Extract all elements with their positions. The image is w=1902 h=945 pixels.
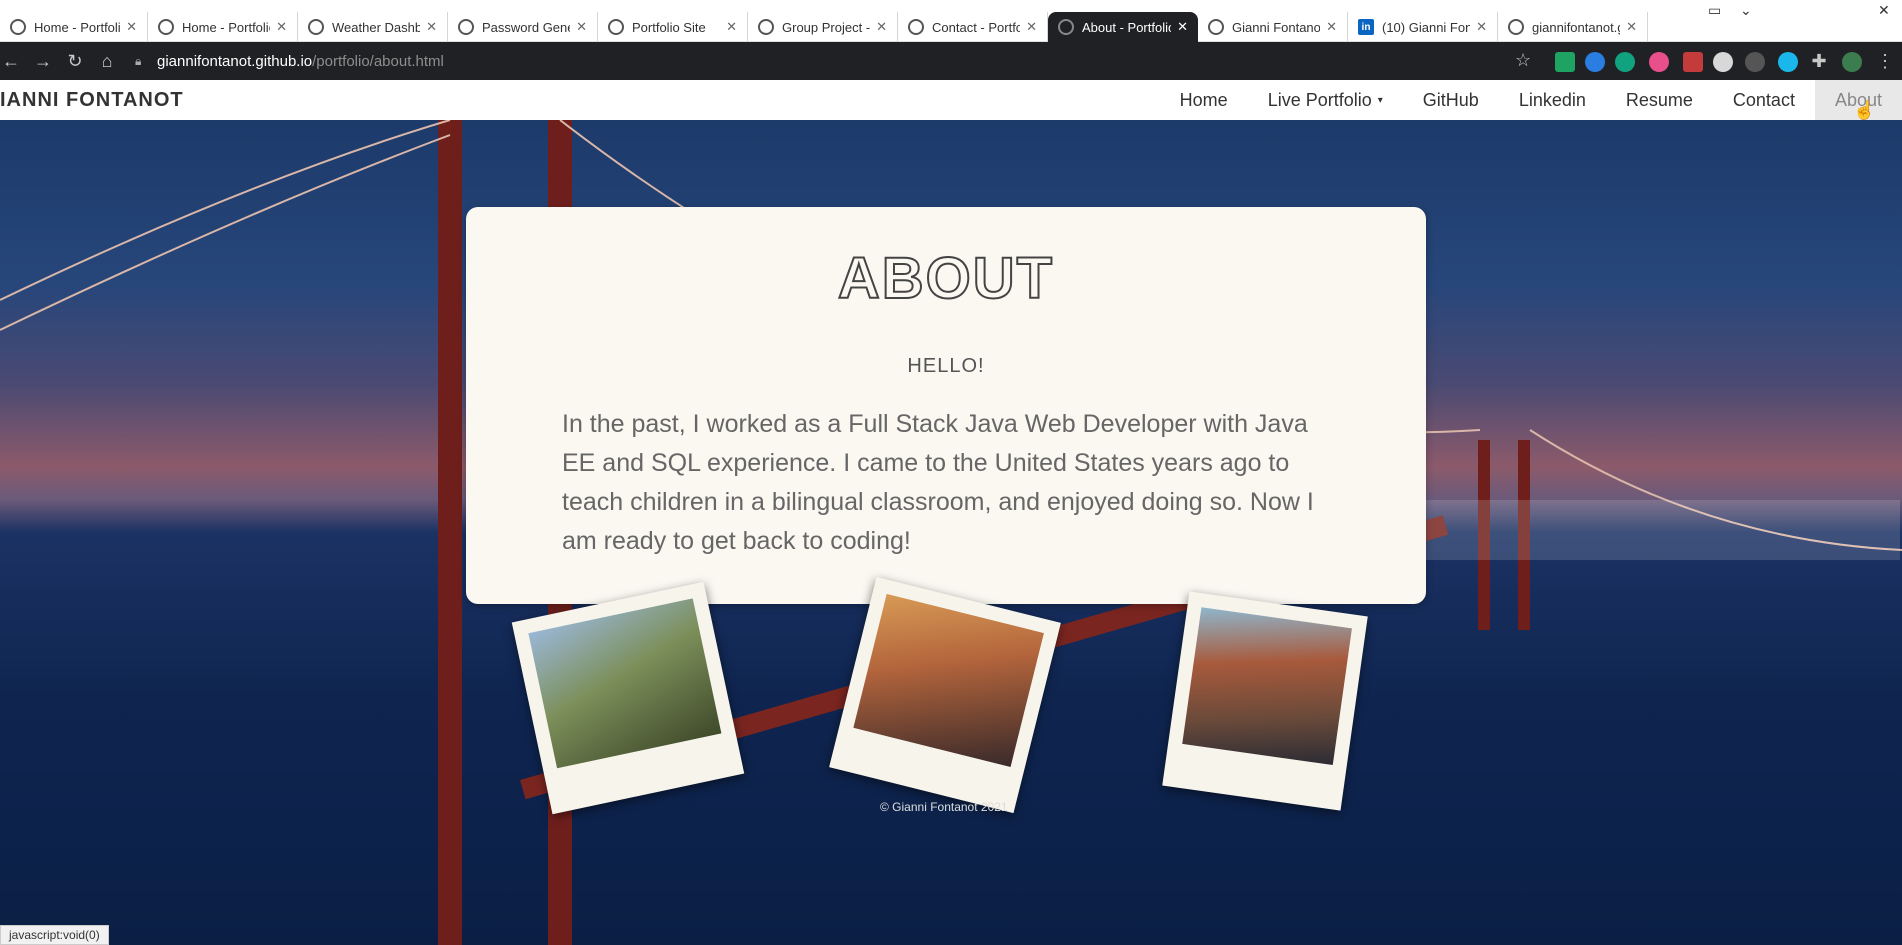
browser-toolbar: ← → ↻ ⌂ 🔒︎ giannifontanot.github.io /por… <box>0 42 1902 80</box>
caret-down-icon: ▾ <box>1377 95 1383 107</box>
address-bar[interactable]: 🔒︎ giannifontanot.github.io /portfolio/a… <box>135 47 1525 75</box>
tab-label: Gianni Fontanot <box>1232 19 1321 35</box>
tab-label: Contact - Portfo <box>932 19 1021 35</box>
about-title: ABOUT <box>837 245 1055 312</box>
tab-github-pages[interactable]: giannifontanot.g ✕ <box>1498 12 1648 42</box>
lock-icon[interactable]: 🔒︎ <box>135 54 149 68</box>
nav-links: Home Live Portfolio ▾ GitHub Linkedin Res… <box>1160 80 1902 120</box>
photo-image <box>528 598 722 769</box>
tab-label: About - Portfolio <box>1082 19 1172 35</box>
close-icon[interactable]: ✕ <box>1476 19 1487 35</box>
tab-label: Portfolio Site <box>632 19 706 35</box>
about-body: In the past, I worked as a Full Stack Ja… <box>562 410 1314 555</box>
github-icon <box>1508 19 1524 35</box>
tab-label: Password Gener <box>482 19 571 35</box>
close-icon[interactable]: ✕ <box>1626 19 1637 35</box>
close-icon[interactable]: ✕ <box>126 19 137 35</box>
nav-live-portfolio[interactable]: Live Portfolio ▾ <box>1248 80 1403 120</box>
window-close-icon[interactable]: ✕ <box>1878 2 1890 19</box>
close-icon[interactable]: ✕ <box>1026 19 1037 35</box>
footer-copyright: © Gianni Fontanot 2021 <box>880 800 1008 814</box>
tab-group-project[interactable]: Group Project - ✕ <box>748 12 898 42</box>
globe-icon <box>308 19 324 35</box>
forward-icon[interactable]: → <box>32 50 54 72</box>
globe-icon <box>758 19 774 35</box>
extension-icon[interactable] <box>1649 52 1669 72</box>
tab-contact-portfolio[interactable]: Contact - Portfo ✕ <box>898 12 1048 42</box>
tab-label: Weather Dashbo <box>332 19 421 35</box>
close-icon[interactable]: ✕ <box>1326 19 1337 35</box>
tab-linkedin[interactable]: in (10) Gianni Font ✕ <box>1348 12 1498 42</box>
nav-home[interactable]: Home <box>1160 80 1248 120</box>
tab-portfolio-site[interactable]: Portfolio Site ✕ <box>598 12 748 42</box>
globe-icon <box>608 19 624 35</box>
extension-icon[interactable] <box>1745 52 1765 72</box>
menu-icon[interactable]: ⋮ <box>1874 50 1896 72</box>
url-host: giannifontanot.github.io <box>157 52 313 70</box>
polaroid-photo-1 <box>511 581 745 815</box>
profile-icon[interactable]: ▭ <box>1708 2 1721 19</box>
tab-label: (10) Gianni Font <box>1382 19 1471 35</box>
globe-icon <box>1058 19 1074 35</box>
globe-icon <box>458 19 474 35</box>
extension-icon[interactable] <box>1615 52 1635 72</box>
tab-label: Home - Portfolio <box>34 19 121 35</box>
star-icon[interactable]: ☆ <box>1515 50 1531 71</box>
extension-icon[interactable] <box>1555 52 1575 72</box>
extension-icon[interactable] <box>1585 52 1605 72</box>
close-icon[interactable]: ✕ <box>276 19 287 35</box>
tab-gianni-fontanot[interactable]: Gianni Fontanot ✕ <box>1198 12 1348 42</box>
photo-image <box>1182 607 1352 766</box>
status-bar: javascript:void(0) <box>0 925 109 945</box>
tab-search-icon[interactable]: ⌄ <box>1740 2 1752 19</box>
close-icon[interactable]: ✕ <box>1177 19 1188 35</box>
nav-resume[interactable]: Resume <box>1606 80 1713 120</box>
site-navbar: IANNI FONTANOT Home Live Portfolio ▾ GitH… <box>0 80 1902 120</box>
url-path: /portfolio/about.html <box>312 52 444 70</box>
distant-hills <box>1400 500 1900 560</box>
tab-home-portfolio-1[interactable]: Home - Portfolio ✕ <box>0 12 148 42</box>
tab-label: Home - Portfolio <box>182 19 271 35</box>
tab-strip: Home - Portfolio ✕ Home - Portfolio ✕ We… <box>0 0 1902 42</box>
close-icon[interactable]: ✕ <box>576 19 587 35</box>
extensions-icon[interactable]: ✚ <box>1808 50 1830 72</box>
close-icon[interactable]: ✕ <box>426 19 437 35</box>
linkedin-icon: in <box>1358 19 1374 35</box>
tab-password-generator[interactable]: Password Gener ✕ <box>448 12 598 42</box>
nav-live-portfolio-label: Live Portfolio <box>1267 90 1372 110</box>
back-icon[interactable]: ← <box>0 50 22 72</box>
tab-label: Group Project - <box>782 19 871 35</box>
about-greeting: HELLO! <box>907 355 985 377</box>
nav-contact[interactable]: Contact <box>1713 80 1815 120</box>
globe-icon <box>158 19 174 35</box>
about-card: ABOUT HELLO! In the past, I worked as a … <box>466 207 1426 604</box>
tab-weather-dashboard[interactable]: Weather Dashbo ✕ <box>298 12 448 42</box>
tab-label: giannifontanot.g <box>1532 19 1621 35</box>
home-icon[interactable]: ⌂ <box>96 50 118 72</box>
close-icon[interactable]: ✕ <box>726 19 737 35</box>
globe-icon <box>1208 19 1224 35</box>
close-icon[interactable]: ✕ <box>876 19 887 35</box>
site-brand[interactable]: IANNI FONTANOT <box>0 89 184 112</box>
avatar[interactable] <box>1842 52 1862 72</box>
extension-icon[interactable] <box>1683 52 1703 72</box>
hand-cursor-icon: ☝ <box>1853 100 1876 120</box>
tab-about-portfolio[interactable]: About - Portfolio ✕ <box>1048 12 1198 42</box>
vimeo-icon[interactable] <box>1778 52 1798 72</box>
nav-linkedin[interactable]: Linkedin <box>1499 80 1606 120</box>
globe-icon <box>10 19 26 35</box>
polaroid-photo-3 <box>1162 591 1368 811</box>
extension-icon[interactable] <box>1713 52 1733 72</box>
photo-image <box>853 593 1044 767</box>
reload-icon[interactable]: ↻ <box>64 50 86 72</box>
nav-github[interactable]: GitHub <box>1403 80 1499 120</box>
globe-icon <box>908 19 924 35</box>
tab-home-portfolio-2[interactable]: Home - Portfolio ✕ <box>148 12 298 42</box>
